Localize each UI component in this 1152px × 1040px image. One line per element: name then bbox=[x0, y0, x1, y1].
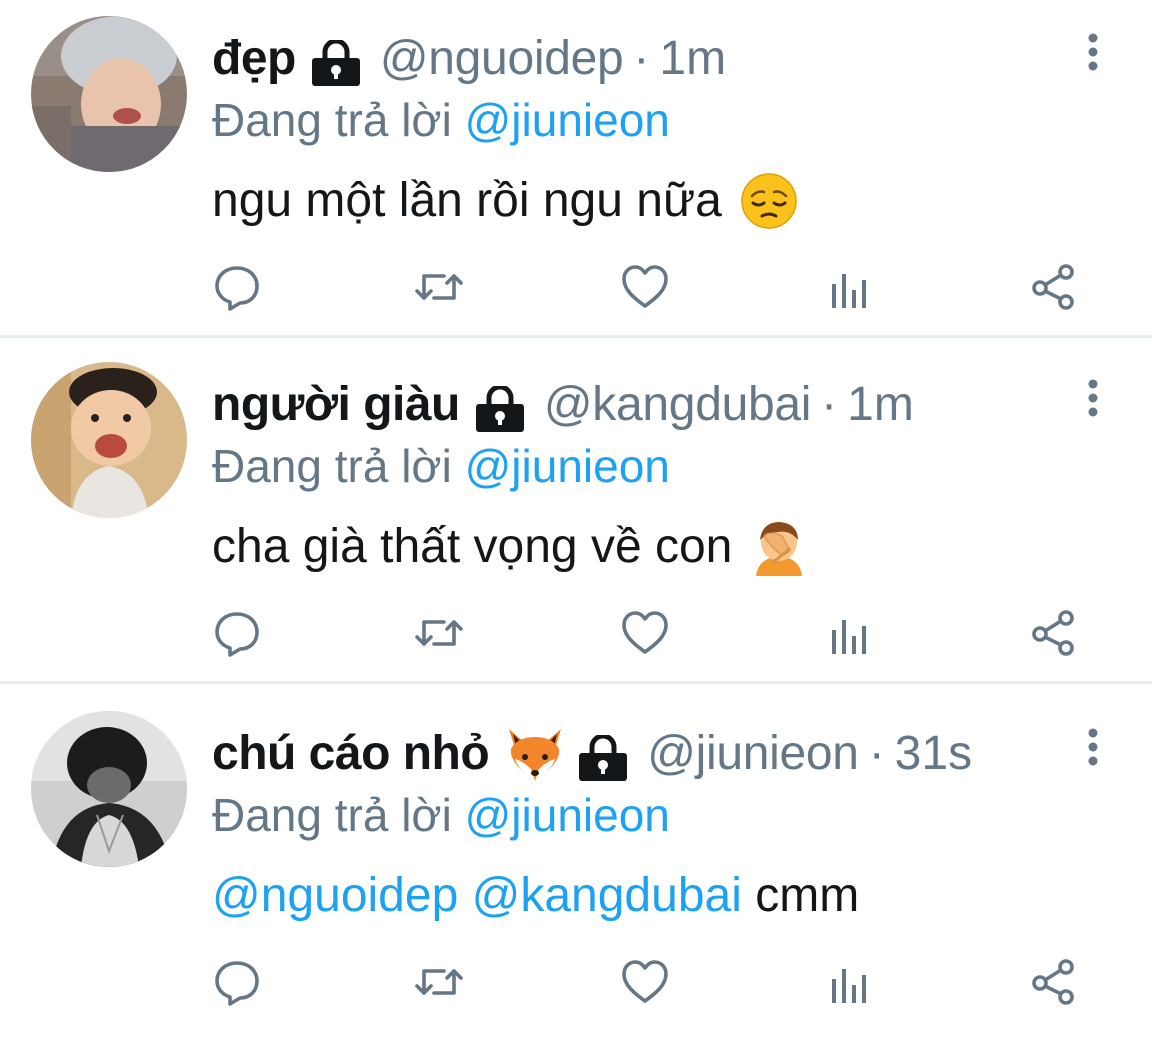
display-name[interactable]: đẹp bbox=[212, 24, 296, 94]
lock-icon bbox=[474, 382, 526, 432]
tweet-text-content: cha già thất vọng về con bbox=[212, 520, 733, 573]
replying-to: Đang trả lời @jiunieon bbox=[212, 434, 670, 498]
tweet-text: ngu một lần rồi ngu nữa bbox=[212, 168, 798, 234]
tweet-actions bbox=[0, 957, 1152, 1017]
mention-link[interactable]: @nguoidep bbox=[212, 863, 458, 929]
replying-label: Đang trả lời bbox=[212, 94, 452, 146]
analytics-icon[interactable] bbox=[826, 957, 876, 1007]
tweet-header: đẹp @nguoidep · 1m bbox=[212, 24, 726, 94]
timestamp[interactable]: 1m bbox=[659, 24, 726, 94]
replying-to: Đang trả lời @jiunieon bbox=[212, 88, 670, 152]
timestamp[interactable]: 31s bbox=[895, 719, 972, 789]
tweet-header: chú cáo nhỏ @jiunieon · 31s bbox=[212, 719, 972, 789]
more-options-icon[interactable] bbox=[1086, 32, 1100, 72]
separator: · bbox=[821, 378, 838, 431]
reply-icon[interactable] bbox=[212, 262, 262, 312]
display-name[interactable]: người giàu bbox=[212, 370, 460, 440]
more-options-icon[interactable] bbox=[1086, 378, 1100, 418]
tweet[interactable]: đẹp @nguoidep · 1m Đang trả lời @jiunieo… bbox=[0, 0, 1152, 338]
share-icon[interactable] bbox=[1030, 608, 1080, 658]
replying-mention[interactable]: @jiunieon bbox=[465, 94, 670, 146]
fox-face-emoji-icon bbox=[503, 725, 567, 783]
tweet-text: @nguoidep @kangdubai cmm bbox=[212, 863, 859, 929]
analytics-icon[interactable] bbox=[826, 262, 876, 312]
more-options-icon[interactable] bbox=[1086, 727, 1100, 767]
display-name[interactable]: chú cáo nhỏ bbox=[212, 719, 490, 789]
timestamp[interactable]: 1m bbox=[847, 370, 914, 440]
avatar[interactable] bbox=[31, 362, 187, 518]
pensive-face-emoji-icon bbox=[740, 172, 798, 230]
tweet-header: người giàu @kangdubai · 1m bbox=[212, 370, 914, 440]
replying-mention[interactable]: @jiunieon bbox=[465, 440, 670, 492]
mention-link[interactable]: @kangdubai bbox=[472, 863, 742, 929]
separator: · bbox=[633, 32, 650, 85]
retweet-icon[interactable] bbox=[414, 262, 464, 312]
lock-icon bbox=[577, 731, 629, 781]
replying-to: Đang trả lời @jiunieon bbox=[212, 783, 670, 847]
tweet[interactable]: chú cáo nhỏ @jiunieon · 31s Đang trả lời… bbox=[0, 695, 1152, 1040]
analytics-icon[interactable] bbox=[826, 608, 876, 658]
avatar[interactable] bbox=[31, 711, 187, 867]
avatar[interactable] bbox=[31, 16, 187, 172]
tweet-actions bbox=[0, 608, 1152, 668]
retweet-icon[interactable] bbox=[414, 957, 464, 1007]
user-handle[interactable]: @nguoidep bbox=[380, 24, 624, 94]
user-handle[interactable]: @jiunieon bbox=[647, 719, 859, 789]
replying-label: Đang trả lời bbox=[212, 440, 452, 492]
replying-label: Đang trả lời bbox=[212, 789, 452, 841]
heart-icon[interactable] bbox=[620, 957, 670, 1007]
lock-icon bbox=[310, 36, 362, 86]
tweet-text: cha già thất vọng về con bbox=[212, 514, 808, 580]
tweet-text-content: ngu một lần rồi ngu nữa bbox=[212, 174, 722, 227]
share-icon[interactable] bbox=[1030, 262, 1080, 312]
heart-icon[interactable] bbox=[620, 262, 670, 312]
user-handle[interactable]: @kangdubai bbox=[544, 370, 812, 440]
tweet-text-content: cmm bbox=[755, 869, 860, 922]
retweet-icon[interactable] bbox=[414, 608, 464, 658]
facepalm-emoji-icon bbox=[750, 518, 808, 576]
tweet[interactable]: người giàu @kangdubai · 1m Đang trả lời … bbox=[0, 346, 1152, 684]
tweet-actions bbox=[0, 262, 1152, 322]
reply-icon[interactable] bbox=[212, 608, 262, 658]
share-icon[interactable] bbox=[1030, 957, 1080, 1007]
separator: · bbox=[868, 727, 885, 780]
heart-icon[interactable] bbox=[620, 608, 670, 658]
reply-icon[interactable] bbox=[212, 957, 262, 1007]
replying-mention[interactable]: @jiunieon bbox=[465, 789, 670, 841]
